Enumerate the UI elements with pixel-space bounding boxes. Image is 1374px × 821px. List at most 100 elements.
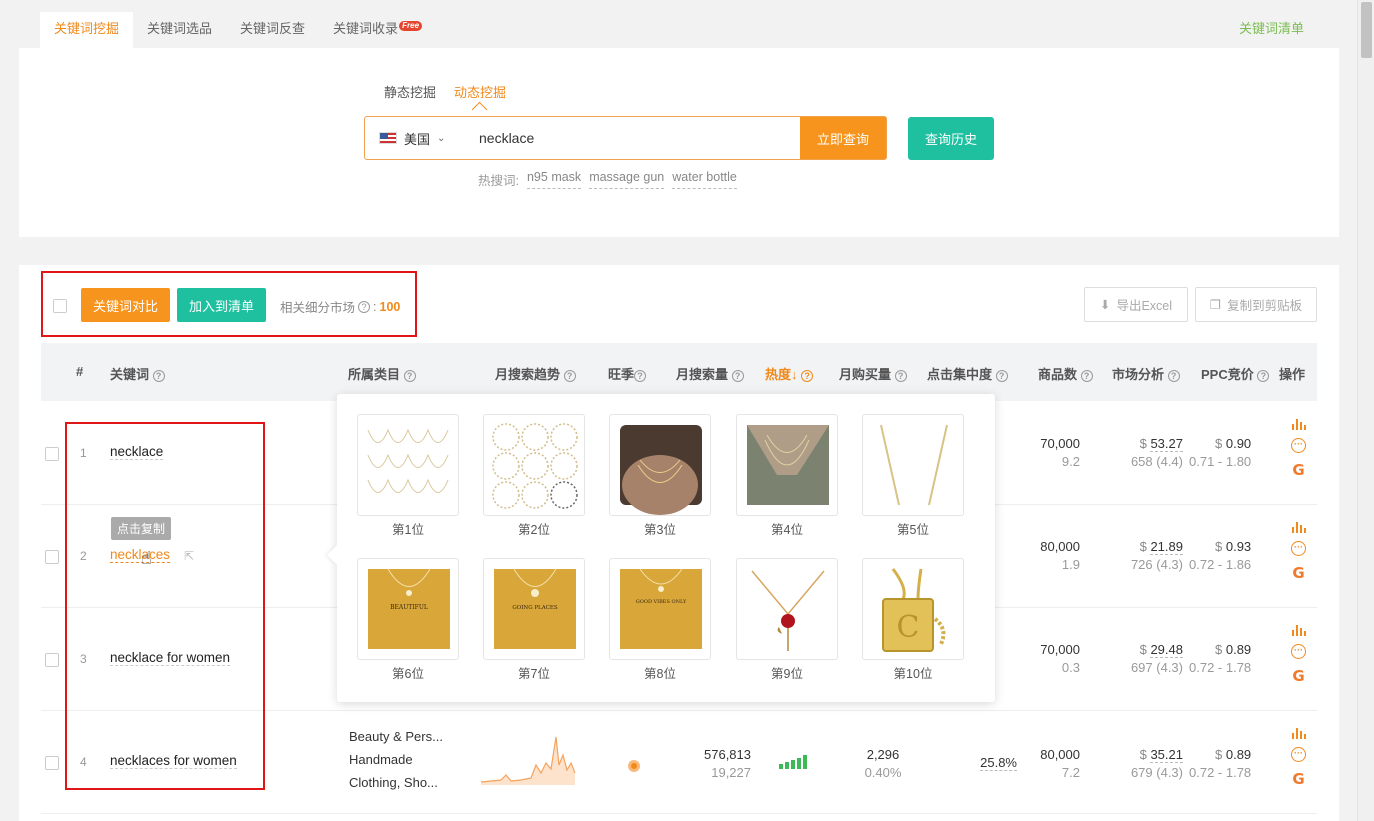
scrollbar[interactable]: [1357, 0, 1374, 821]
col-market[interactable]: 市场分析 ?: [1112, 364, 1180, 383]
history-button[interactable]: 查询历史: [908, 117, 994, 160]
category-item[interactable]: Handmade: [349, 748, 443, 771]
chart-icon[interactable]: [1291, 521, 1306, 533]
row-actions: ··· G: [1291, 624, 1306, 685]
chart-icon[interactable]: [1291, 727, 1306, 739]
product-image: GOOD VIBES ONLY: [609, 558, 711, 660]
market-cell[interactable]: $ 29.48 697 (4.3): [1101, 642, 1183, 675]
product-card[interactable]: 第9位: [736, 558, 838, 682]
col-products[interactable]: 商品数 ?: [1038, 364, 1093, 383]
tab-keyword-index[interactable]: 关键词收录 Free: [319, 12, 423, 48]
select-all-checkbox[interactable]: [53, 299, 67, 313]
help-icon[interactable]: ?: [1257, 369, 1270, 382]
hot-word[interactable]: massage gun: [589, 170, 665, 189]
bracelets-image: [492, 423, 578, 509]
category-cell: Beauty & Pers... Handmade Clothing, Sho.…: [349, 725, 443, 794]
row-checkbox[interactable]: [45, 653, 59, 667]
necklace-set-image: [367, 428, 449, 493]
col-products-label: 商品数: [1038, 367, 1078, 382]
help-icon[interactable]: ?: [563, 369, 576, 382]
market-sub: 679 (4.3): [1130, 765, 1183, 780]
help-icon[interactable]: ?: [1080, 369, 1093, 382]
market-label: 相关细分市场: [280, 301, 356, 315]
col-season-label: 旺季: [608, 367, 635, 382]
more-icon[interactable]: ···: [1291, 438, 1306, 453]
more-icon[interactable]: ···: [1291, 747, 1306, 762]
help-icon[interactable]: ?: [801, 369, 814, 382]
product-card[interactable]: 第1位: [357, 414, 459, 538]
row-checkbox[interactable]: [45, 756, 59, 770]
card-text: GOOD VIBES ONLY: [636, 599, 687, 605]
help-icon[interactable]: ?: [152, 369, 165, 382]
help-icon[interactable]: ?: [894, 369, 907, 382]
row-checkbox[interactable]: [45, 447, 59, 461]
market-cell[interactable]: $ 53.27 658 (4.4): [1101, 436, 1183, 469]
hot-label: 热搜词:: [478, 174, 519, 188]
market-cell[interactable]: $ 21.89 726 (4.3): [1101, 539, 1183, 572]
col-search-volume[interactable]: 月搜索量 ?: [676, 364, 744, 383]
copy-clipboard-button[interactable]: ❐ 复制到剪贴板: [1195, 287, 1317, 322]
help-icon[interactable]: ?: [403, 369, 416, 382]
mode-dynamic[interactable]: 动态挖掘: [454, 82, 506, 101]
product-card[interactable]: GOOD VIBES ONLY 第8位: [609, 558, 711, 682]
google-icon[interactable]: G: [1292, 667, 1304, 685]
products-count: 80,000: [1040, 539, 1080, 554]
google-icon[interactable]: G: [1292, 564, 1304, 582]
col-click-concentration[interactable]: 点击集中度 ?: [927, 364, 1008, 383]
help-icon[interactable]: ?: [358, 300, 371, 313]
product-image: BEAUTIFUL: [357, 558, 459, 660]
hot-word[interactable]: water bottle: [672, 170, 737, 189]
product-card[interactable]: C 第10位: [862, 558, 964, 682]
google-icon[interactable]: G: [1292, 461, 1304, 479]
product-card[interactable]: GOING PLACES 第7位: [483, 558, 585, 682]
mode-static[interactable]: 静态挖掘: [384, 82, 436, 101]
ppc-value: 0.90: [1225, 436, 1252, 451]
ppc-cell: $ 0.93 0.72 - 1.86: [1189, 539, 1273, 572]
keyword-column-highlight: [65, 422, 265, 790]
product-card[interactable]: BEAUTIFUL 第6位: [357, 558, 459, 682]
products-cell: 70,000 9.2: [1016, 436, 1080, 469]
chart-icon[interactable]: [1291, 624, 1306, 636]
product-card[interactable]: 第2位: [483, 414, 585, 538]
col-purchases[interactable]: 月购买量 ?: [839, 364, 907, 383]
product-rank: 第7位: [518, 667, 550, 681]
row-checkbox[interactable]: [45, 550, 59, 564]
category-item[interactable]: Clothing, Sho...: [349, 771, 443, 794]
col-trend: 月搜索趋势 ?: [495, 364, 576, 383]
help-icon[interactable]: ?: [731, 369, 744, 382]
tab-keyword-product[interactable]: 关键词选品: [133, 12, 226, 48]
product-card[interactable]: 第3位: [609, 414, 711, 538]
add-to-list-button[interactable]: 加入到清单: [177, 288, 266, 322]
more-icon[interactable]: ···: [1291, 644, 1306, 659]
col-category: 所属类目 ?: [348, 364, 416, 383]
market-cell[interactable]: $ 35.21 679 (4.3): [1101, 747, 1183, 780]
products-cell: 80,000 1.9: [1016, 539, 1080, 572]
country-select[interactable]: 美国 ⌄: [365, 117, 465, 159]
query-button[interactable]: 立即查询: [800, 117, 886, 159]
ppc-range: 0.72 - 1.86: [1189, 557, 1252, 572]
search-input[interactable]: [465, 117, 800, 159]
help-icon[interactable]: ?: [1167, 369, 1180, 382]
product-card[interactable]: 第4位: [736, 414, 838, 538]
export-excel-button[interactable]: ⬇ 导出Excel: [1084, 287, 1188, 322]
scrollbar-thumb[interactable]: [1361, 2, 1372, 58]
purchases: 2,296: [866, 747, 900, 762]
compare-button[interactable]: 关键词对比: [81, 288, 170, 322]
help-icon[interactable]: ?: [995, 369, 1008, 382]
product-image: [736, 558, 838, 660]
hot-word[interactable]: n95 mask: [526, 170, 582, 189]
col-heat[interactable]: 热度↓ ?: [765, 364, 814, 383]
col-season: 旺季?: [608, 364, 647, 383]
keyword-list-link[interactable]: 关键词清单: [1239, 12, 1304, 46]
help-icon[interactable]: ?: [634, 369, 647, 382]
tab-keyword-mining[interactable]: 关键词挖掘: [40, 12, 134, 48]
col-ppc[interactable]: PPC竞价 ?: [1201, 364, 1270, 383]
category-item[interactable]: Beauty & Pers...: [349, 725, 443, 748]
google-icon[interactable]: G: [1292, 770, 1304, 788]
tab-keyword-reverse[interactable]: 关键词反查: [226, 12, 319, 48]
model-necklace-image: [620, 425, 702, 515]
more-icon[interactable]: ···: [1291, 541, 1306, 556]
trend-sparkline[interactable]: [481, 735, 577, 785]
chart-icon[interactable]: [1291, 418, 1306, 430]
product-card[interactable]: 第5位: [862, 414, 964, 538]
